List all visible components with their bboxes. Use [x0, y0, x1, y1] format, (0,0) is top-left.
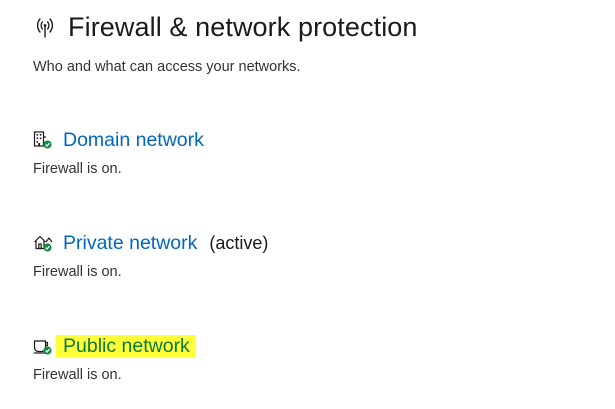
- domain-network-link[interactable]: Domain network: [63, 129, 204, 152]
- public-network-link[interactable]: Public network: [56, 334, 196, 358]
- domain-network-status: Firewall is on.: [33, 161, 122, 177]
- page-title: Firewall & network protection: [68, 11, 418, 42]
- active-indicator: (active): [209, 232, 269, 253]
- private-network-link[interactable]: Private network: [63, 232, 197, 255]
- private-network-status: Firewall is on.: [33, 264, 122, 280]
- private-network-section: Private network (active) Firewall is on.: [33, 229, 269, 281]
- domain-network-section: Domain network Firewall is on.: [33, 126, 204, 178]
- page-header: Firewall & network protection: [33, 10, 418, 44]
- antenna-icon: [33, 15, 57, 39]
- public-network-section: Public network Firewall is on.: [33, 332, 196, 383]
- domain-building-icon: [33, 130, 53, 150]
- private-home-icon: [33, 233, 53, 253]
- public-network-status: Firewall is on.: [33, 367, 122, 383]
- public-cafe-icon: [33, 336, 53, 356]
- page-subtitle: Who and what can access your networks.: [33, 59, 301, 75]
